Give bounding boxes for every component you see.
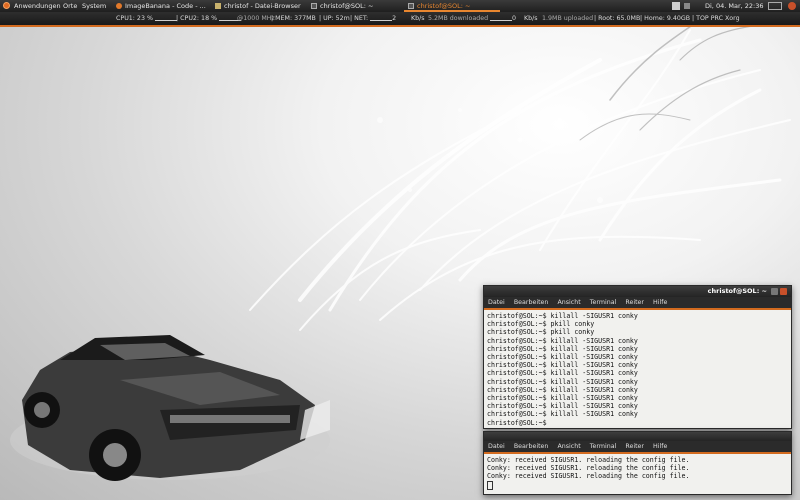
menu-bearbeiten[interactable]: Bearbeiten <box>514 299 549 306</box>
terminal-line: christof@SOL:~$ killall -SIGUSR1 conky <box>487 377 638 386</box>
conky-home: | Home: 9.40GB <box>640 15 691 22</box>
shutdown-icon[interactable] <box>788 2 796 10</box>
top-panel: Anwendungen Orte System ImageBanana - Co… <box>0 0 800 12</box>
terminal-window-main[interactable]: christof@SOL: ~ Datei Bearbeiten Ansicht… <box>483 285 792 429</box>
terminal-icon <box>408 3 414 9</box>
task-label: christof - Datei-Browser <box>224 2 301 10</box>
menu-bearbeiten[interactable]: Bearbeiten <box>514 443 549 450</box>
close-icon[interactable] <box>780 288 787 295</box>
terminal-output[interactable]: christof@SOL:~$ killall -SIGUSR1 conky ch… <box>484 310 791 429</box>
conky-net-up: 0 <box>490 12 516 25</box>
conky-root: | Root: 65.0MB <box>594 15 641 22</box>
firefox-icon <box>116 3 122 9</box>
cpu1-graph <box>154 14 177 21</box>
terminal-line: christof@SOL:~$ killall -SIGUSR1 conky <box>487 402 638 411</box>
menu-reiter[interactable]: Reiter <box>625 299 644 306</box>
minimize-icon[interactable] <box>771 288 778 295</box>
folder-icon <box>215 3 221 9</box>
task-file-browser[interactable]: christof - Datei-Browser <box>215 0 301 12</box>
terminal-line: Conky: received SIGUSR1. reloading the c… <box>487 464 690 473</box>
menu-ansicht[interactable]: Ansicht <box>557 299 580 306</box>
terminal-line: christof@SOL:~$ killall -SIGUSR1 conky <box>487 336 638 345</box>
terminal-output[interactable]: Conky: received SIGUSR1. reloading the c… <box>484 454 791 493</box>
terminal-icon <box>311 3 317 9</box>
conky-cpu2: | CPU2: 18 % <box>176 12 242 25</box>
conky-freq: @1000 MHz <box>237 15 275 22</box>
menu-terminal[interactable]: Terminal <box>590 443 617 450</box>
conky-net-up-unit: Kb/s <box>524 15 538 22</box>
terminal-line: christof@SOL:~$ pkill conky <box>487 320 595 329</box>
menu-applications[interactable]: Anwendungen <box>14 0 61 12</box>
task-label: christof@SOL: ~ <box>320 2 374 10</box>
terminal-menubar: Datei Bearbeiten Ansicht Terminal Reiter… <box>484 441 791 454</box>
menu-datei[interactable]: Datei <box>488 443 505 450</box>
car-graphic <box>10 335 330 481</box>
conky-net: | NET: 2 <box>350 14 397 22</box>
terminal-line: Conky: received SIGUSR1. reloading the c… <box>487 456 690 464</box>
terminal-line: christof@SOL:~$ killall -SIGUSR1 conky <box>487 361 638 370</box>
menu-hilfe[interactable]: Hilfe <box>653 443 667 450</box>
terminal-line: Conky: received SIGUSR1. reloading the c… <box>487 472 690 481</box>
terminal-menubar: Datei Bearbeiten Ansicht Terminal Reiter… <box>484 297 791 310</box>
terminal-titlebar[interactable] <box>484 432 791 441</box>
terminal-line: christof@SOL:~$ killall -SIGUSR1 conky <box>487 344 638 353</box>
terminal-line: christof@SOL:~$ killall -SIGUSR1 conky <box>487 312 638 320</box>
net-down-graph <box>370 14 393 21</box>
menu-datei[interactable]: Datei <box>488 299 505 306</box>
clock[interactable]: Di, 04. Mar, 22:36 <box>705 0 763 12</box>
menu-reiter[interactable]: Reiter <box>625 443 644 450</box>
task-terminal-1[interactable]: christof@SOL: ~ <box>311 0 373 12</box>
task-imagebanana[interactable]: ImageBanana - Code - ... <box>116 0 206 12</box>
network-icon[interactable] <box>672 2 680 10</box>
terminal-titlebar[interactable]: christof@SOL: ~ <box>484 286 791 297</box>
conky-mem: | MEM: 377MB <box>271 15 316 22</box>
conky-net-down-unit: Kb/s <box>411 15 425 22</box>
workspace-switcher-icon[interactable] <box>768 2 782 10</box>
conky-status-bar: CPU1: 23 % | CPU2: 18 % @1000 MHz | MEM:… <box>0 12 800 27</box>
conky-top-process: | TOP PRC Xorg <box>692 15 740 22</box>
terminal-line: christof@SOL:~$ killall -SIGUSR1 conky <box>487 369 638 378</box>
menu-hilfe[interactable]: Hilfe <box>653 299 667 306</box>
menu-system[interactable]: System <box>82 0 106 12</box>
terminal-window-conky[interactable]: Datei Bearbeiten Ansicht Terminal Reiter… <box>483 431 792 495</box>
terminal-cursor <box>487 480 493 490</box>
volume-icon[interactable] <box>684 3 690 9</box>
terminal-line: christof@SOL:~$ killall -SIGUSR1 conky <box>487 385 638 394</box>
menu-terminal[interactable]: Terminal <box>590 299 617 306</box>
conky-uploaded: 1.9MB uploaded <box>542 15 594 22</box>
task-label: ImageBanana - Code - ... <box>125 2 206 10</box>
net-up-graph <box>490 14 512 21</box>
ubuntu-logo-icon[interactable] <box>3 2 10 9</box>
conky-cpu1: CPU1: 23 % <box>116 12 177 25</box>
menu-places[interactable]: Orte <box>63 0 77 12</box>
terminal-line: christof@SOL:~$ pkill conky <box>487 328 595 337</box>
menu-ansicht[interactable]: Ansicht <box>557 443 580 450</box>
terminal-line: christof@SOL:~$ killall -SIGUSR1 conky <box>487 410 638 419</box>
terminal-line: christof@SOL:~$ killall -SIGUSR1 conky <box>487 394 638 403</box>
conky-downloaded: 5.2MB downloaded <box>428 15 489 22</box>
terminal-line: christof@SOL:~$ <box>487 418 547 427</box>
terminal-line: christof@SOL:~$ killall -SIGUSR1 conky <box>487 353 638 362</box>
conky-uptime: | UP: 52m <box>319 15 350 22</box>
window-title: christof@SOL: ~ <box>707 287 767 295</box>
task-label: christof@SOL: ~ <box>417 2 471 10</box>
